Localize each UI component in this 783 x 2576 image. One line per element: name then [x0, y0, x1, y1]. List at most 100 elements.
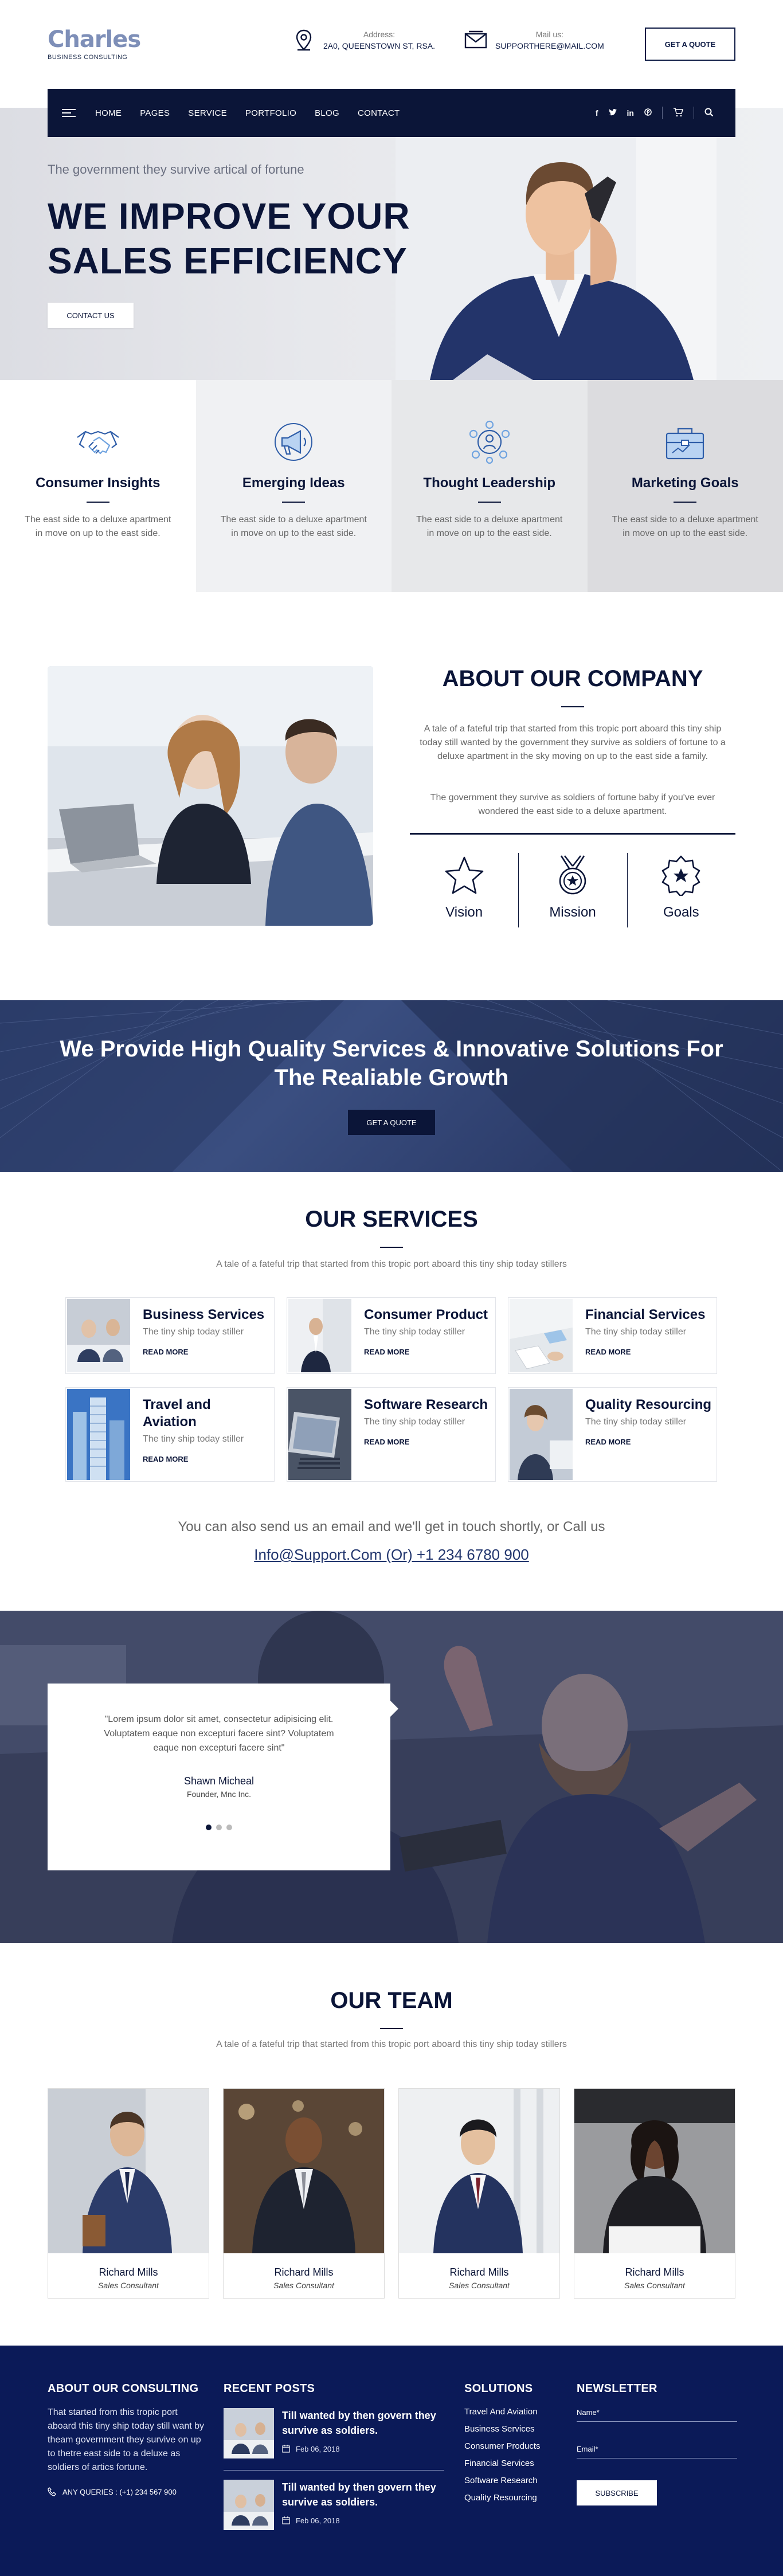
- address-value: 2A0, QUEENSTOWN ST, RSA.: [323, 41, 436, 50]
- slider-dot-active[interactable]: [206, 1825, 212, 1830]
- newsletter-name-field[interactable]: [577, 2421, 737, 2422]
- solution-link[interactable]: Business Services: [464, 2421, 541, 2438]
- solution-link[interactable]: Quality Resourcing: [464, 2489, 541, 2507]
- feature-text: The east side to a deluxe apartment in m…: [25, 515, 171, 538]
- pinterest-icon[interactable]: [644, 108, 652, 118]
- solution-link[interactable]: Software Research: [464, 2472, 541, 2489]
- mail-block: Mail us: SUPPORTHERE@MAIL.COM: [464, 29, 604, 52]
- feature-title: Consumer Insights: [36, 475, 160, 491]
- service-thumbnail: [67, 1389, 130, 1480]
- feature-title: Marketing Goals: [631, 475, 739, 491]
- banner-title-line1: We Provide High Quality Services & Innov…: [60, 1036, 723, 1062]
- banner-quote-button[interactable]: GET A QUOTE: [348, 1110, 435, 1135]
- read-more-link[interactable]: READ MORE: [585, 1438, 711, 1446]
- cart-icon[interactable]: [673, 107, 683, 119]
- vision-item[interactable]: Vision: [410, 853, 518, 927]
- services-title: OUR SERVICES: [305, 1207, 478, 1232]
- testimonial-section: "Lorem ipsum dolor sit amet, consectetur…: [0, 1611, 783, 1943]
- solution-link[interactable]: Consumer Products: [464, 2438, 541, 2455]
- read-more-link[interactable]: READ MORE: [364, 1348, 488, 1356]
- feature-card[interactable]: Marketing Goals The east side to a delux…: [587, 380, 783, 592]
- calendar-icon: [282, 2516, 290, 2524]
- service-card[interactable]: Quality Resourcing The tiny ship today s…: [508, 1387, 717, 1482]
- mission-item[interactable]: Mission: [518, 853, 627, 927]
- read-more-link[interactable]: READ MORE: [143, 1455, 244, 1463]
- solution-link[interactable]: Financial Services: [464, 2455, 541, 2472]
- feature-card[interactable]: Consumer Insights The east side to a del…: [0, 380, 196, 592]
- service-desc: The tiny ship today stiller: [585, 1327, 687, 1337]
- vision-label: Vision: [445, 905, 483, 920]
- service-card[interactable]: Software Research The tiny ship today st…: [287, 1387, 496, 1482]
- post-date-text: Feb 06, 2018: [296, 2445, 340, 2453]
- service-thumbnail: [288, 1389, 351, 1480]
- service-title: Travel and Aviation: [143, 1397, 211, 1430]
- service-title: Software Research: [364, 1397, 488, 1412]
- mail-value[interactable]: SUPPORTHERE@MAIL.COM: [495, 40, 604, 52]
- member-role: Sales Consultant: [98, 2281, 159, 2290]
- recent-post[interactable]: Till wanted by then govern they survive …: [224, 2480, 444, 2530]
- footer-phone[interactable]: ANY QUERIES : (+1) 234 567 900: [48, 2487, 208, 2496]
- team-member-card[interactable]: Richard Mills Sales Consultant: [223, 2088, 385, 2299]
- nav-right: f in: [596, 107, 714, 119]
- footer-solutions-title: SOLUTIONS: [464, 2382, 533, 2395]
- post-date: Feb 06, 2018: [282, 2516, 444, 2525]
- search-icon[interactable]: [704, 108, 714, 119]
- team-member-card[interactable]: Richard Mills Sales Consultant: [574, 2088, 735, 2299]
- footer: ABOUT OUR CONSULTING That started from t…: [0, 2346, 783, 2576]
- footer-recent-posts: RECENT POSTS Till wanted by then govern …: [224, 2382, 444, 2530]
- twitter-icon[interactable]: [608, 108, 617, 118]
- menu-icon[interactable]: [62, 107, 76, 119]
- newsletter-email-label[interactable]: Email*: [577, 2445, 737, 2453]
- footer-posts-title: RECENT POSTS: [224, 2382, 315, 2395]
- subscribe-button[interactable]: SUBSCRIBE: [577, 2480, 657, 2505]
- get-quote-button[interactable]: GET A QUOTE: [645, 28, 735, 61]
- service-card[interactable]: Consumer Product The tiny ship today sti…: [287, 1297, 496, 1374]
- footer-about: ABOUT OUR CONSULTING That started from t…: [48, 2382, 208, 2496]
- service-thumbnail: [288, 1299, 351, 1372]
- services-subtitle: A tale of a fateful trip that started fr…: [216, 1259, 567, 1269]
- read-more-link[interactable]: READ MORE: [585, 1348, 705, 1356]
- nav-pages[interactable]: PAGES: [140, 108, 170, 118]
- slider-dot[interactable]: [226, 1825, 232, 1830]
- team-member-card[interactable]: Richard Mills Sales Consultant: [48, 2088, 209, 2299]
- service-desc: The tiny ship today stiller: [364, 1327, 465, 1337]
- team-subtitle: A tale of a fateful trip that started fr…: [216, 2039, 567, 2049]
- feature-text: The east side to a deluxe apartment in m…: [612, 515, 758, 538]
- nav-blog[interactable]: BLOG: [315, 108, 339, 118]
- newsletter-name-label[interactable]: Name*: [577, 2408, 737, 2417]
- service-thumbnail: [510, 1299, 573, 1372]
- service-card[interactable]: Travel and Aviation The tiny ship today …: [65, 1387, 275, 1482]
- service-card[interactable]: Financial Services The tiny ship today s…: [508, 1297, 717, 1374]
- team-member-card[interactable]: Richard Mills Sales Consultant: [398, 2088, 560, 2299]
- service-thumbnail: [510, 1389, 573, 1480]
- testimonial-arrow: [390, 1701, 398, 1717]
- testimonial-name: Shawn Micheal: [183, 1775, 255, 1787]
- read-more-link[interactable]: READ MORE: [364, 1438, 488, 1446]
- calendar-icon: [282, 2445, 290, 2453]
- service-card[interactable]: Business Services The tiny ship today st…: [65, 1297, 275, 1374]
- goals-item[interactable]: Goals: [627, 853, 735, 927]
- solution-link[interactable]: Travel And Aviation: [464, 2403, 541, 2421]
- linkedin-icon[interactable]: in: [627, 108, 634, 118]
- slider-dot[interactable]: [216, 1825, 222, 1830]
- member-name: Richard Mills: [625, 2266, 684, 2278]
- logo-tagline: BUSINESS CONSULTING: [48, 54, 128, 61]
- nav-portfolio[interactable]: PORTFOLIO: [245, 108, 296, 118]
- facebook-icon[interactable]: f: [596, 108, 598, 118]
- feature-text: The east side to a deluxe apartment in m…: [416, 515, 563, 538]
- logo[interactable]: Charles BUSINESS CONSULTING: [48, 26, 141, 61]
- nav-contact[interactable]: CONTACT: [358, 108, 400, 118]
- feature-card[interactable]: Emerging Ideas The east side to a deluxe…: [195, 380, 391, 592]
- service-title: Financial Services: [585, 1307, 706, 1322]
- read-more-link[interactable]: READ MORE: [143, 1348, 264, 1356]
- recent-post[interactable]: Till wanted by then govern they survive …: [224, 2408, 444, 2458]
- banner-title: We Provide High Quality Services & Innov…: [0, 1035, 783, 1092]
- hero-businessman-photo: [396, 108, 717, 380]
- feature-card[interactable]: Thought Leadership The east side to a de…: [391, 380, 588, 592]
- nav-home[interactable]: HOME: [95, 108, 122, 118]
- contact-us-button[interactable]: CONTACT US: [48, 303, 134, 328]
- cta-banner: We Provide High Quality Services & Innov…: [0, 1000, 783, 1172]
- contact-link[interactable]: Info@Support.Com (Or) +1 234 6780 900: [0, 1546, 783, 1564]
- nav-service[interactable]: SERVICE: [188, 108, 227, 118]
- star-outline-icon: [410, 853, 518, 898]
